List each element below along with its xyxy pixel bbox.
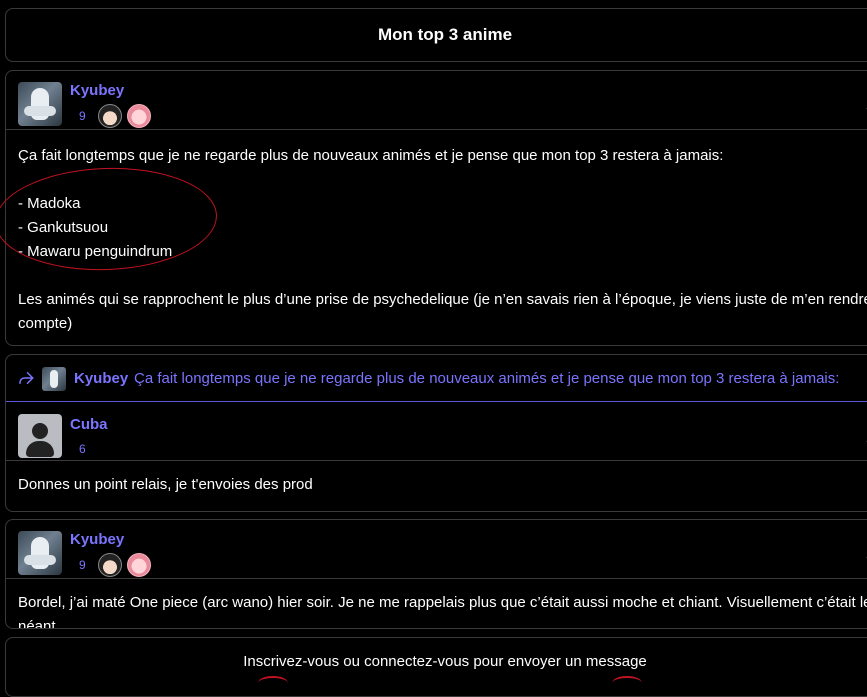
badge-icon [127, 104, 151, 128]
user-level: 9 [79, 109, 86, 123]
thread-title-card: Mon top 3 anime [5, 8, 867, 62]
post-author[interactable]: Kyubey [70, 531, 124, 548]
post-card: Kyubey 9 1 h Bordel, j’ai maté One piece… [5, 519, 867, 629]
user-level: 9 [79, 558, 86, 572]
post-card: Kyubey Ça fait longtemps que je ne regar… [5, 354, 867, 512]
badge-icon [98, 553, 122, 577]
login-prompt[interactable]: Inscrivez-vous ou connectez-vous pour en… [243, 653, 647, 696]
post-text: Donnes un point relais, je t'envoies des… [18, 476, 313, 493]
login-prompt-card[interactable]: Inscrivez-vous ou connectez-vous pour en… [5, 637, 867, 697]
quoted-author[interactable]: Kyubey [74, 370, 128, 387]
badge-icon [98, 104, 122, 128]
post-author[interactable]: Kyubey [70, 82, 124, 99]
red-annotation-mark [258, 676, 288, 690]
post-text: Bordel, j’ai maté One piece (arc wano) h… [18, 594, 867, 629]
user-level: 6 [79, 442, 86, 456]
avatar[interactable] [18, 531, 62, 575]
quoted-message[interactable]: Kyubey Ça fait longtemps que je ne regar… [6, 355, 867, 402]
post-header: Cuba 6 1 h [6, 402, 867, 461]
post-header: Kyubey 9 1 h [6, 71, 867, 130]
user-silhouette-icon[interactable] [18, 414, 62, 458]
post-header: Kyubey 9 1 h [6, 520, 867, 579]
post-author[interactable]: Cuba [70, 416, 108, 433]
avatar[interactable] [18, 82, 62, 126]
thread-title: Mon top 3 anime [377, 25, 513, 44]
red-annotation-mark [612, 676, 642, 690]
quoted-text: Ça fait longtemps que je ne regarde plus… [134, 370, 840, 387]
avatar [42, 367, 66, 391]
post-text: Ça fait longtemps que je ne regarde plus… [18, 147, 867, 332]
badge-icon [127, 553, 151, 577]
post-card: Kyubey 9 1 h Ça fait longtemps que je ne… [5, 70, 867, 346]
share-forward-icon [19, 372, 34, 384]
